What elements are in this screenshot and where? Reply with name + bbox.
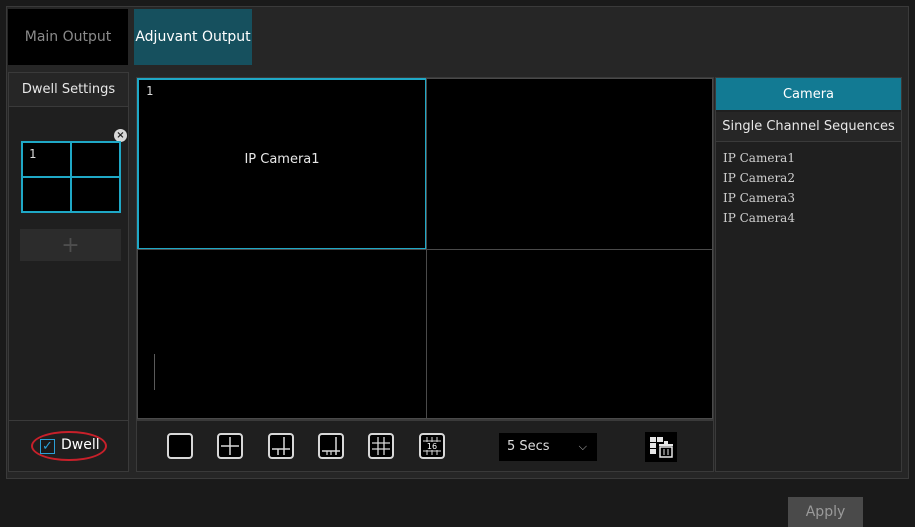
dwell-settings-header: Dwell Settings: [9, 73, 128, 107]
trash-icon: [650, 437, 673, 458]
dwell-interval-select[interactable]: 5 Secs ⌵: [499, 433, 597, 461]
layout-6-button[interactable]: [268, 433, 294, 459]
layout-4-button[interactable]: [217, 433, 243, 459]
single-channel-sequences-tab[interactable]: Single Channel Sequences: [716, 112, 901, 142]
view-cell-2[interactable]: [426, 78, 713, 250]
thumbnail-divider-horizontal: [23, 176, 119, 178]
add-layout-button[interactable]: +: [20, 229, 121, 261]
camera-list-item[interactable]: IP Camera1: [723, 148, 795, 168]
camera-panel: Camera Single Channel Sequences IP Camer…: [715, 77, 902, 472]
dwell-toggle-area: ✓ Dwell: [8, 420, 129, 472]
dwell-layout-thumbnail[interactable]: 1: [21, 141, 121, 213]
camera-list: IP Camera1 IP Camera2 IP Camera3 IP Came…: [723, 148, 795, 228]
layout-16-label: 16: [427, 442, 437, 451]
camera-list-item[interactable]: IP Camera4: [723, 208, 795, 228]
chevron-down-icon: ⌵: [578, 440, 587, 453]
layout-8-icon: [322, 437, 340, 455]
layout-6-icon: [272, 437, 290, 455]
camera-header-tab[interactable]: Camera: [716, 78, 901, 110]
cell-camera-name: IP Camera1: [244, 152, 320, 167]
camera-list-item[interactable]: IP Camera2: [723, 168, 795, 188]
dwell-checkbox[interactable]: ✓: [40, 439, 55, 454]
view-cell-4[interactable]: [426, 249, 713, 419]
dwell-settings-panel: Dwell Settings × 1 +: [8, 72, 129, 472]
dwell-settings-window: Main Output Adjuvant Output Dwell Settin…: [0, 0, 915, 527]
dwell-interval-value: 5 Secs: [507, 439, 550, 454]
tab-main-output[interactable]: Main Output: [8, 9, 128, 65]
clear-layout-button[interactable]: [645, 432, 677, 462]
thumbnail-number: 1: [29, 147, 37, 161]
apply-button[interactable]: Apply: [788, 497, 863, 527]
layout-16-button[interactable]: 16: [419, 433, 445, 459]
camera-list-item[interactable]: IP Camera3: [723, 188, 795, 208]
layout-toolbar: 16 5 Secs ⌵: [136, 420, 714, 472]
layout-9-icon: [372, 437, 390, 455]
layout-8-button[interactable]: [318, 433, 344, 459]
tab-adjuvant-output[interactable]: Adjuvant Output: [134, 9, 252, 65]
view-cell-1[interactable]: 1 IP Camera1: [137, 78, 427, 250]
preview-grid: 1 IP Camera1: [136, 77, 714, 420]
layout-1-button[interactable]: [167, 433, 193, 459]
dwell-label: Dwell: [61, 437, 100, 453]
text-cursor: [154, 354, 155, 390]
view-cell-3[interactable]: [137, 249, 427, 419]
layout-9-button[interactable]: [368, 433, 394, 459]
layout-16-icon: 16: [423, 437, 441, 455]
layout-4-icon: [221, 437, 239, 455]
cell-number: 1: [146, 84, 154, 98]
